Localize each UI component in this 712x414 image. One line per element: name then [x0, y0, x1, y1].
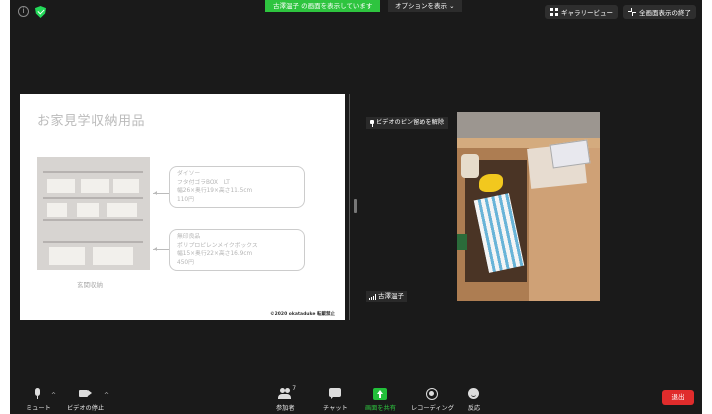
video-bottle — [461, 154, 479, 178]
share-screen-button[interactable]: 画面を共有 — [365, 388, 396, 412]
shelf-box — [113, 179, 139, 193]
screen-share-banner: 古澤温子 の画面を表示しています — [265, 0, 381, 12]
shelf-box — [93, 247, 133, 265]
product-brand: ダイソー — [177, 171, 201, 177]
shoe-shelf-image — [37, 157, 150, 270]
audio-options-caret-icon[interactable]: ^ — [51, 392, 56, 399]
meeting-window: i 古澤温子 の画面を表示しています オプションを表示 ⌄ ギャラリービュー 全… — [10, 0, 702, 414]
view-options-button[interactable]: オプションを表示 ⌄ — [388, 0, 462, 12]
participants-label: 参加者 — [276, 405, 295, 412]
product-price: 450円 — [177, 259, 194, 266]
top-right-controls: ギャラリービュー 全画面表示の終了 — [545, 5, 696, 19]
shelf-box — [81, 179, 109, 193]
microphone-icon — [31, 388, 45, 400]
product-size: 幅15×奥行22×高さ16.9cm — [177, 251, 253, 257]
exit-fullscreen-button[interactable]: 全画面表示の終了 — [623, 5, 696, 19]
participant-name: 古澤温子 — [378, 292, 404, 300]
video-wall — [457, 112, 600, 138]
shelf-row — [43, 219, 143, 221]
signal-strength-icon — [369, 293, 376, 300]
shelf-box — [47, 179, 75, 193]
gallery-view-label: ギャラリービュー — [561, 9, 613, 17]
stop-video-label: ビデオの停止 — [67, 405, 105, 412]
exit-fullscreen-icon — [628, 8, 636, 16]
product-info-box: 無印良品 ポリプロピレンメイクボックス 幅15×奥行22×高さ16.9cm 45… — [169, 229, 305, 271]
arrow-pointer — [153, 247, 169, 251]
shelf-box — [47, 203, 67, 217]
shelf-box — [77, 203, 99, 217]
shelf-row — [43, 197, 143, 199]
stop-video-button[interactable]: ビデオの停止 — [67, 388, 104, 412]
video-green-item — [457, 234, 467, 250]
slide-copyright: ©2020 okataduke 転載禁止 — [270, 312, 335, 317]
product-brand: 無印良品 — [177, 234, 201, 240]
shared-screen-slide: お家見学収納用品 玄関収納 ダイソー フタ付ゴラBOX LT 幅26×奥行19×… — [20, 94, 345, 320]
share-screen-label: 画面を共有 — [365, 405, 396, 412]
product-name: ポリプロピレンメイクボックス — [177, 242, 258, 249]
leave-meeting-button[interactable]: 退出 — [662, 390, 694, 405]
panel-divider — [349, 94, 350, 320]
meeting-toolbar: ミュート ^ ビデオの停止 ^ 7 参加者 チャット 画面を共有 レコーディング — [10, 382, 702, 414]
product-info-box: ダイソー フタ付ゴラBOX LT 幅26×奥行19×高さ11.5cm 110円 — [169, 166, 305, 208]
participants-button[interactable]: 7 参加者 — [276, 385, 296, 412]
video-options-caret-icon[interactable]: ^ — [104, 392, 109, 399]
smiley-icon — [467, 388, 481, 400]
record-icon — [425, 388, 439, 400]
exit-fullscreen-label: 全画面表示の終了 — [639, 9, 691, 17]
grid-icon — [550, 8, 558, 16]
security-shield-icon[interactable] — [35, 6, 46, 18]
product-price: 110円 — [177, 196, 194, 203]
unpin-video-button[interactable]: ビデオのピン留めを解除 — [366, 117, 449, 129]
arrow-pointer — [153, 191, 169, 195]
video-camera-icon — [78, 388, 93, 400]
pin-icon — [370, 119, 374, 127]
reactions-button[interactable]: 反応 — [467, 388, 481, 412]
shelf-box — [107, 203, 137, 217]
gallery-view-button[interactable]: ギャラリービュー — [545, 5, 618, 19]
chat-icon — [328, 388, 342, 400]
mute-button[interactable]: ミュート — [26, 388, 51, 412]
share-screen-icon — [373, 388, 388, 400]
shelf-row — [43, 241, 143, 243]
recording-button[interactable]: レコーディング — [411, 388, 454, 412]
shelf-caption: 玄関収納 — [77, 281, 103, 289]
recording-label: レコーディング — [411, 405, 454, 412]
info-icon[interactable]: i — [18, 6, 29, 17]
resize-handle[interactable] — [354, 199, 357, 213]
product-size: 幅26×奥行19×高さ11.5cm — [177, 188, 253, 194]
reactions-label: 反応 — [467, 405, 481, 412]
participant-count: 7 — [292, 385, 297, 392]
shelf-row — [43, 171, 143, 173]
participants-icon: 7 — [278, 385, 296, 400]
product-name: フタ付ゴラBOX LT — [177, 179, 230, 186]
video-yellow-item — [479, 174, 503, 192]
unpin-video-label: ビデオのピン留めを解除 — [376, 119, 445, 126]
participant-video[interactable] — [457, 112, 600, 301]
chat-label: チャット — [323, 405, 348, 412]
slide-title: お家見学収納用品 — [37, 114, 146, 129]
shelf-box — [49, 247, 85, 265]
mute-label: ミュート — [26, 405, 51, 412]
top-left-indicators: i — [18, 6, 46, 18]
chat-button[interactable]: チャット — [323, 388, 348, 412]
participant-name-tag: 古澤温子 — [366, 291, 407, 302]
